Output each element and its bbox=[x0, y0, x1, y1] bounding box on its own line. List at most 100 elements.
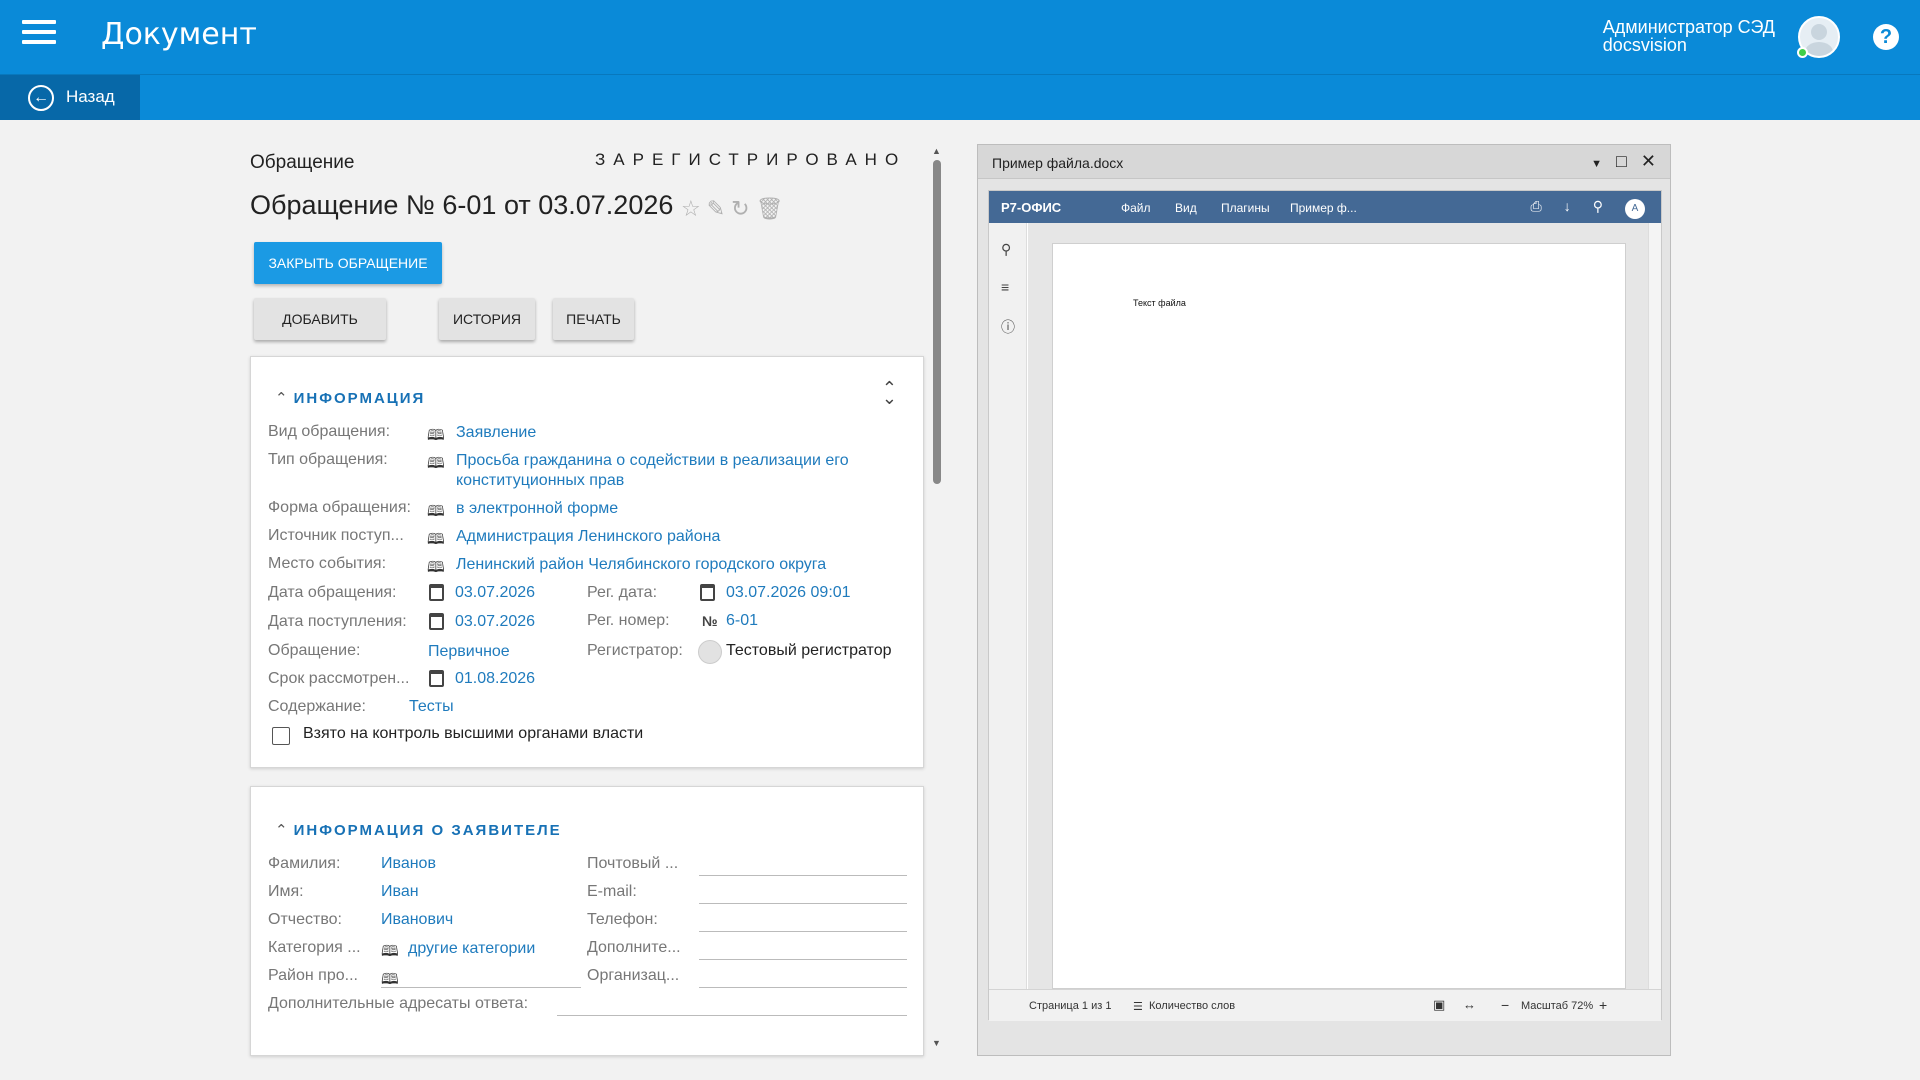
info-icon[interactable]: ⓘ bbox=[1001, 317, 1015, 337]
email-label: E-mail: bbox=[587, 883, 637, 900]
book-icon[interactable]: 🕮 bbox=[427, 557, 445, 576]
book-icon[interactable]: 🕮 bbox=[381, 941, 399, 960]
scroll-up-icon[interactable]: ▲ bbox=[932, 146, 941, 156]
book-icon[interactable]: 🕮 bbox=[427, 529, 445, 548]
postal-field[interactable] bbox=[699, 875, 907, 876]
page-text[interactable]: Текст файла bbox=[1133, 298, 1186, 308]
type-value-line2[interactable]: конституционных прав bbox=[456, 472, 624, 490]
word-count-icon[interactable]: ☰ bbox=[1133, 1000, 1143, 1013]
form-label: Форма обращения: bbox=[268, 499, 411, 516]
extra-addressees-label: Дополнительные адресаты ответа: bbox=[268, 995, 529, 1012]
registrar-value[interactable]: Тестовый регистратор bbox=[726, 642, 892, 660]
reg-date-value[interactable]: 03.07.2026 09:01 bbox=[726, 584, 851, 602]
scroll-down-icon[interactable]: ▼ bbox=[932, 1038, 941, 1048]
menu-file[interactable]: Файл bbox=[1121, 201, 1151, 215]
dropdown-icon[interactable]: ▼ bbox=[1591, 158, 1602, 170]
menu-icon[interactable] bbox=[22, 20, 56, 46]
document-type: Обращение bbox=[250, 152, 355, 173]
calendar-icon[interactable] bbox=[429, 584, 444, 601]
patronymic-value[interactable]: Иванович bbox=[381, 911, 453, 929]
help-icon[interactable]: ? bbox=[1873, 24, 1899, 50]
status-words[interactable]: Количество слов bbox=[1149, 1000, 1235, 1012]
close-appeal-button[interactable]: ЗАКРЫТЬ ОБРАЩЕНИЕ bbox=[254, 242, 442, 284]
pencil-icon[interactable]: ✎ bbox=[707, 196, 725, 221]
reg-num-value[interactable]: 6-01 bbox=[726, 612, 758, 630]
book-icon[interactable]: 🕮 bbox=[427, 453, 445, 472]
content-label: Содержание: bbox=[268, 698, 366, 715]
form-value[interactable]: в электронной форме bbox=[456, 500, 618, 518]
phone-label: Телефон: bbox=[587, 911, 658, 928]
applicant-section-title: ИНФОРМАЦИЯ О ЗАЯВИТЕЛЕ bbox=[293, 822, 562, 839]
document-page[interactable]: Текст файла bbox=[1052, 243, 1626, 989]
calendar-icon[interactable] bbox=[700, 584, 715, 601]
close-icon[interactable]: ✕ bbox=[1641, 151, 1656, 171]
kind-value[interactable]: Заявление bbox=[456, 424, 536, 442]
surname-value[interactable]: Иванов bbox=[381, 855, 436, 873]
search-icon[interactable]: ⚲ bbox=[1593, 198, 1603, 214]
viewer-controls: ▼ □ ✕ bbox=[1577, 151, 1656, 172]
kind-label: Вид обращения: bbox=[268, 423, 391, 440]
applicant-section-header[interactable]: ⌃ ИНФОРМАЦИЯ О ЗАЯВИТЕЛЕ bbox=[275, 821, 562, 839]
fit-width-icon[interactable]: ↔ bbox=[1463, 997, 1476, 1012]
source-value[interactable]: Администрация Ленинского района bbox=[456, 528, 720, 546]
book-icon[interactable]: 🕮 bbox=[427, 501, 445, 520]
patronymic-label: Отчество: bbox=[268, 911, 342, 928]
expand-collapse-icon[interactable]: ⌃ ⌄ bbox=[882, 379, 897, 407]
email-field[interactable] bbox=[699, 903, 907, 904]
info-section-header[interactable]: ⌃ ИНФОРМАЦИЯ bbox=[275, 389, 425, 407]
user-initial-icon[interactable]: А bbox=[1625, 199, 1645, 219]
search-icon[interactable]: ⚲ bbox=[1001, 241, 1011, 258]
print-icon[interactable]: ⎙ bbox=[1531, 198, 1542, 214]
category-value[interactable]: другие категории bbox=[408, 940, 535, 958]
appeal-value[interactable]: Первичное bbox=[428, 643, 510, 661]
menu-document[interactable]: Пример ф... bbox=[1290, 201, 1357, 215]
back-button[interactable]: ← Назад bbox=[0, 75, 140, 120]
star-icon[interactable]: ☆ bbox=[681, 196, 701, 221]
extra-label: Дополните... bbox=[587, 939, 681, 956]
applicant-section: ⌃ ИНФОРМАЦИЯ О ЗАЯВИТЕЛЕ Фамилия: Иванов … bbox=[250, 786, 924, 1056]
document-scrollbar[interactable]: ▲ ▼ bbox=[930, 120, 944, 1060]
menu-view[interactable]: Вид bbox=[1175, 201, 1197, 215]
date-value[interactable]: 03.07.2026 bbox=[455, 584, 535, 602]
zoom-in-icon[interactable]: + bbox=[1599, 997, 1607, 1013]
deadline-value[interactable]: 01.08.2026 bbox=[455, 670, 535, 688]
add-question-button[interactable]: ДОБАВИТЬ ВОПРОС bbox=[254, 298, 386, 369]
print-button[interactable]: ПЕЧАТЬ bbox=[553, 298, 634, 340]
control-checkbox[interactable] bbox=[272, 727, 290, 745]
zoom-out-icon[interactable]: − bbox=[1501, 997, 1509, 1013]
refresh-icon[interactable]: ↻ bbox=[731, 196, 749, 221]
book-icon[interactable]: 🕮 bbox=[381, 969, 399, 988]
calendar-icon[interactable] bbox=[429, 613, 444, 630]
menu-plugins[interactable]: Плагины bbox=[1221, 201, 1270, 215]
calendar-icon[interactable] bbox=[429, 670, 444, 687]
org-label: Организац... bbox=[587, 967, 680, 984]
navigation-icon[interactable]: ≡ bbox=[1001, 279, 1009, 295]
district-field[interactable] bbox=[381, 987, 581, 988]
info-section-title: ИНФОРМАЦИЯ bbox=[293, 390, 426, 407]
source-label: Источник поступ... bbox=[268, 527, 404, 544]
editor-toolbar-icons: ⎙ ↓ ⚲ А bbox=[1509, 198, 1645, 219]
control-checkbox-label: Взято на контроль высшими органами власт… bbox=[303, 725, 644, 742]
place-value[interactable]: Ленинский район Челябинского городского … bbox=[456, 556, 826, 574]
extra-addressees-field[interactable] bbox=[557, 1015, 907, 1016]
scrollbar-thumb[interactable] bbox=[933, 160, 941, 484]
org-field[interactable] bbox=[699, 987, 907, 988]
trash-icon[interactable]: 🗑 bbox=[756, 196, 784, 221]
file-viewer: Пример файла.docx ▼ □ ✕ Р7-ОФИС Файл Вид П… bbox=[977, 144, 1671, 1056]
navigation-bar: ← Назад bbox=[0, 74, 1920, 120]
editor-scrollbar[interactable] bbox=[1648, 223, 1661, 989]
received-value[interactable]: 03.07.2026 bbox=[455, 613, 535, 631]
download-icon[interactable]: ↓ bbox=[1564, 198, 1571, 214]
category-label: Категория ... bbox=[268, 939, 361, 956]
user-domain: docsvision bbox=[1602, 35, 1687, 55]
book-icon[interactable]: 🕮 bbox=[427, 425, 445, 444]
history-button[interactable]: ИСТОРИЯ bbox=[439, 298, 535, 340]
fit-page-icon[interactable]: ▣ bbox=[1433, 997, 1445, 1013]
user-name[interactable]: Администратор СЭД docsvision bbox=[1603, 18, 1775, 54]
comment-icon[interactable]: □ bbox=[1616, 151, 1627, 171]
phone-field[interactable] bbox=[699, 931, 907, 932]
type-value-line1[interactable]: Просьба гражданина о содействии в реализ… bbox=[456, 452, 849, 470]
content-value[interactable]: Тесты bbox=[409, 698, 454, 716]
extra-field[interactable] bbox=[699, 959, 907, 960]
name-value[interactable]: Иван bbox=[381, 883, 419, 901]
